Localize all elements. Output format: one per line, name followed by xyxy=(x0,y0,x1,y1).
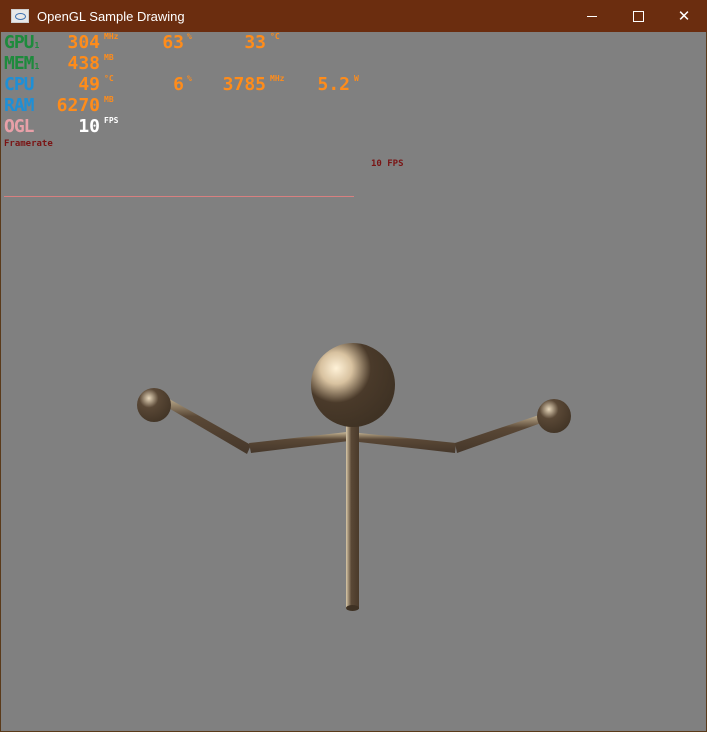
right-forearm xyxy=(455,414,544,453)
maximize-button[interactable] xyxy=(615,0,661,32)
head xyxy=(311,343,395,427)
left-upper-arm xyxy=(249,432,349,453)
stick-figure xyxy=(137,343,571,611)
minimize-icon xyxy=(587,15,597,17)
close-button[interactable]: ✕ xyxy=(661,0,707,32)
left-hand xyxy=(137,388,171,422)
right-hand xyxy=(537,399,571,433)
maximize-icon xyxy=(632,10,644,22)
right-upper-arm xyxy=(350,432,456,453)
title-bar[interactable]: OpenGL Sample Drawing ✕ xyxy=(0,0,707,32)
close-icon: ✕ xyxy=(677,7,691,25)
opengl-scene xyxy=(137,343,571,611)
minimize-button[interactable] xyxy=(569,0,615,32)
left-forearm xyxy=(160,396,251,454)
body xyxy=(346,418,359,609)
opengl-app-icon xyxy=(11,9,29,23)
body-end xyxy=(346,605,359,611)
window-title: OpenGL Sample Drawing xyxy=(37,8,185,24)
window-controls: ✕ xyxy=(569,0,707,32)
